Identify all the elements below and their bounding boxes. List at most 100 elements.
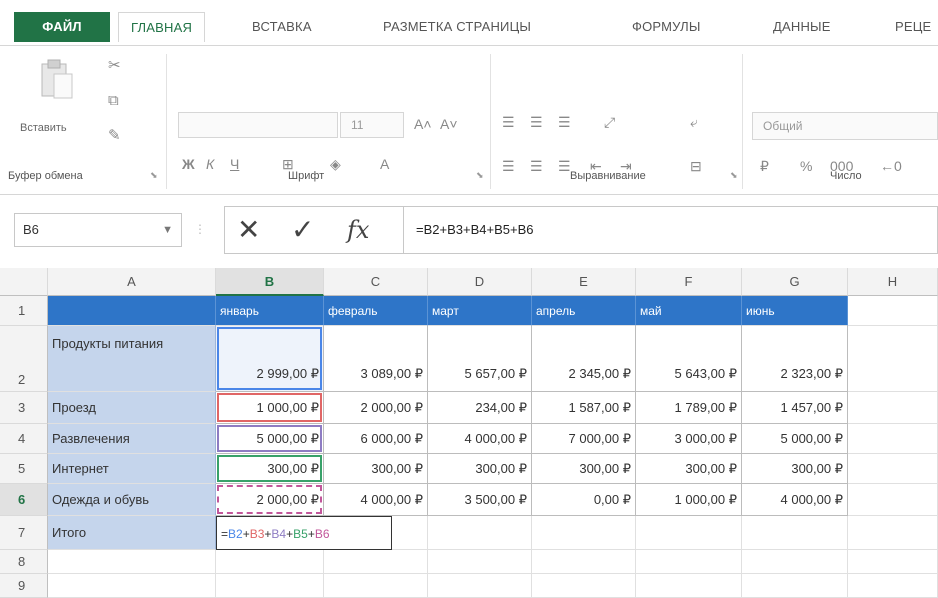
value-cell[interactable]: 3 089,00 ₽ (324, 326, 428, 392)
month-header[interactable]: февраль (324, 296, 428, 326)
row-header-1[interactable]: 1 (0, 296, 48, 326)
value-cell[interactable]: 300,00 ₽ (636, 454, 742, 484)
align-top-icon[interactable]: ☰ (502, 114, 515, 131)
month-header[interactable]: апрель (532, 296, 636, 326)
value-cell[interactable]: 300,00 ₽ (324, 454, 428, 484)
value-cell[interactable]: 7 000,00 ₽ (532, 424, 636, 454)
value-cell[interactable]: 300,00 ₽ (216, 454, 324, 484)
italic-icon[interactable]: К (206, 156, 214, 172)
paste-button-label[interactable]: Вставить (20, 122, 67, 134)
cell[interactable] (428, 574, 532, 598)
value-cell[interactable]: 2 000,00 ₽ (324, 392, 428, 424)
month-header[interactable]: май (636, 296, 742, 326)
value-cell[interactable]: 5 000,00 ₽ (742, 424, 848, 454)
cell[interactable] (324, 574, 428, 598)
cell[interactable] (532, 516, 636, 550)
row-header-5[interactable]: 5 (0, 454, 48, 484)
cell[interactable] (636, 574, 742, 598)
cell[interactable] (532, 550, 636, 574)
cell[interactable] (428, 516, 532, 550)
tab-formulas[interactable]: ФОРМУЛЫ (632, 12, 701, 42)
value-cell[interactable]: 1 789,00 ₽ (636, 392, 742, 424)
align-right-icon[interactable]: ☰ (558, 158, 571, 175)
format-painter-icon[interactable]: ✎ (108, 126, 121, 144)
cell[interactable] (48, 574, 216, 598)
column-header-e[interactable]: E (532, 268, 636, 296)
clipboard-launcher-icon[interactable]: ⬊ (150, 170, 158, 181)
font-size-select[interactable]: 11 (340, 112, 404, 138)
cell[interactable] (742, 550, 848, 574)
increase-font-icon[interactable]: A˄ (414, 116, 432, 132)
insert-function-icon[interactable]: fx (347, 216, 369, 244)
category-label[interactable]: Развлечения (48, 424, 216, 454)
select-all-corner[interactable] (0, 268, 48, 296)
cut-icon[interactable]: ✂ (108, 56, 121, 74)
value-cell[interactable]: 3 500,00 ₽ (428, 484, 532, 516)
cell[interactable] (848, 574, 938, 598)
row-header-3[interactable]: 3 (0, 392, 48, 424)
percent-format-icon[interactable]: % (800, 158, 812, 174)
decrease-font-icon[interactable]: A˅ (440, 116, 458, 132)
month-header[interactable]: июнь (742, 296, 848, 326)
tab-data[interactable]: ДАННЫЕ (773, 12, 831, 42)
tab-insert[interactable]: ВСТАВКА (252, 12, 312, 42)
align-center-icon[interactable]: ☰ (530, 158, 543, 175)
category-label[interactable]: Продукты питания (48, 326, 216, 392)
cell[interactable] (532, 574, 636, 598)
cell[interactable] (848, 326, 938, 392)
row-header-2[interactable]: 2 (0, 326, 48, 392)
align-left-icon[interactable]: ☰ (502, 158, 515, 175)
cell[interactable] (848, 516, 938, 550)
alignment-launcher-icon[interactable]: ⬊ (730, 170, 738, 181)
tab-page-layout[interactable]: РАЗМЕТКА СТРАНИЦЫ (383, 12, 531, 42)
cell[interactable] (216, 550, 324, 574)
align-bottom-icon[interactable]: ☰ (558, 114, 571, 131)
column-header-f[interactable]: F (636, 268, 742, 296)
value-cell[interactable]: 0,00 ₽ (532, 484, 636, 516)
underline-icon[interactable]: Ч (230, 156, 239, 172)
total-formula-cell[interactable]: =B2+B3+B4+B5+B6 (216, 516, 392, 550)
cell[interactable] (48, 550, 216, 574)
value-cell[interactable]: 300,00 ₽ (428, 454, 532, 484)
number-format-select[interactable]: Общий (752, 112, 938, 140)
cell[interactable] (848, 550, 938, 574)
orientation-icon[interactable]: ⤢ (604, 114, 615, 131)
value-cell[interactable]: 3 000,00 ₽ (636, 424, 742, 454)
value-cell[interactable]: 5 657,00 ₽ (428, 326, 532, 392)
cell[interactable] (848, 454, 938, 484)
tab-home[interactable]: ГЛАВНАЯ (118, 12, 206, 42)
value-cell[interactable]: 4 000,00 ₽ (742, 484, 848, 516)
cell[interactable] (216, 574, 324, 598)
total-label[interactable]: Итого (48, 516, 216, 550)
row-header-7[interactable]: 7 (0, 516, 48, 550)
category-label[interactable]: Проезд (48, 392, 216, 424)
name-box[interactable]: B6 ▼ (14, 213, 182, 247)
enter-check-icon[interactable]: ✓ (291, 213, 314, 246)
font-color-icon[interactable]: A (380, 156, 389, 172)
column-header-h[interactable]: H (848, 268, 938, 296)
cell[interactable] (636, 550, 742, 574)
value-cell[interactable]: 2 323,00 ₽ (742, 326, 848, 392)
row-header-4[interactable]: 4 (0, 424, 48, 454)
paste-icon[interactable] (38, 58, 76, 102)
copy-icon[interactable]: ⧉ (108, 92, 119, 109)
value-cell[interactable]: 6 000,00 ₽ (324, 424, 428, 454)
align-middle-icon[interactable]: ☰ (530, 114, 543, 131)
cell[interactable] (742, 516, 848, 550)
cell[interactable] (324, 550, 428, 574)
column-header-g[interactable]: G (742, 268, 848, 296)
fill-color-icon[interactable]: ◈ (330, 156, 341, 173)
category-label[interactable]: Интернет (48, 454, 216, 484)
value-cell[interactable]: 4 000,00 ₽ (428, 424, 532, 454)
month-header[interactable]: март (428, 296, 532, 326)
row-header-9[interactable]: 9 (0, 574, 48, 598)
column-header-c[interactable]: C (324, 268, 428, 296)
bold-icon[interactable]: Ж (182, 156, 195, 172)
tab-review[interactable]: РЕЦЕ (895, 12, 931, 42)
formula-bar-splitter[interactable]: ⋮ (194, 222, 206, 236)
column-header-b[interactable]: B (216, 268, 324, 296)
value-cell[interactable]: 1 457,00 ₽ (742, 392, 848, 424)
wrap-text-icon[interactable]: ⤶ (690, 114, 698, 131)
merge-cells-icon[interactable]: ⊟ (690, 158, 702, 175)
value-cell[interactable]: 234,00 ₽ (428, 392, 532, 424)
